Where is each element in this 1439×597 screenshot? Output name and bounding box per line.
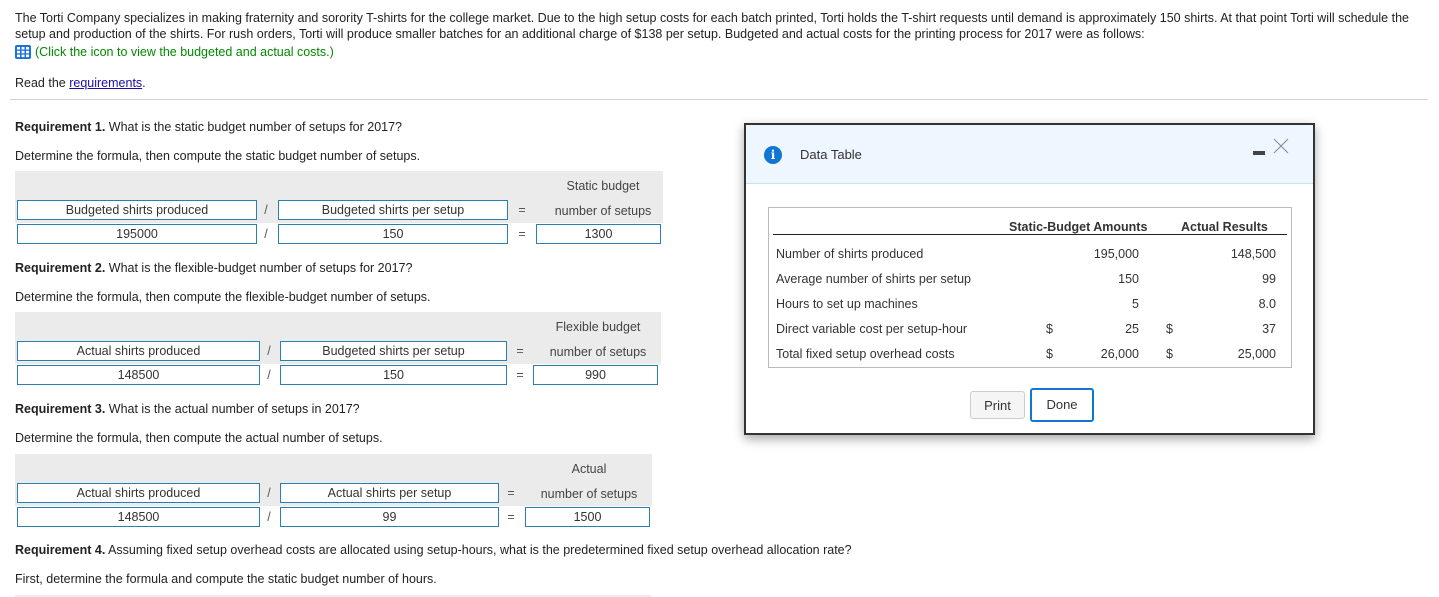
row-label: Direct variable cost per setup-hour <box>776 322 968 336</box>
actual-value: 37 <box>1262 322 1276 336</box>
divider <box>10 99 1428 100</box>
requirement-4-title: Requirement 4. <box>15 543 106 557</box>
requirement-1-text: What is the static budget number of setu… <box>105 120 403 134</box>
data-table-link-text: (Click the icon to view the budgeted and… <box>35 45 334 59</box>
requirement-2-text: What is the flexible-budget number of se… <box>105 261 413 275</box>
value-1-input[interactable]: 195000 <box>17 224 257 244</box>
formula-term-1[interactable]: Budgeted shirts produced <box>17 200 257 220</box>
actual-value: 8.0 <box>1258 297 1276 311</box>
divide-operator: / <box>264 203 268 217</box>
problem-intro: The Torti Company specializes in making … <box>15 11 1409 41</box>
value-2-input[interactable]: 150 <box>278 224 508 244</box>
result-input[interactable]: 990 <box>533 365 658 385</box>
dialog-title: Data Table <box>800 147 862 162</box>
requirement-1-values: 195000 / 150 = 1300 <box>15 224 663 246</box>
requirement-3-values: 148500 / 99 = 1500 <box>15 507 652 529</box>
requirement-1-instruction: Determine the formula, then compute the … <box>15 149 421 163</box>
static-currency: $ <box>1046 347 1053 361</box>
value-2-input[interactable]: 150 <box>280 365 507 385</box>
result-label-line2: number of setups <box>540 487 638 501</box>
static-value: 195,000 <box>1093 247 1139 261</box>
actual-currency: $ <box>1166 322 1173 336</box>
result-input[interactable]: 1300 <box>536 224 661 244</box>
actual-value: 99 <box>1262 272 1276 286</box>
minimize-icon[interactable] <box>1253 151 1265 155</box>
actual-value: 25,000 <box>1237 347 1276 361</box>
read-prefix: Read the <box>15 76 70 90</box>
requirement-4-instruction: First, determine the formula and compute… <box>15 572 437 586</box>
column-header-actual-results: Actual Results <box>1181 220 1268 234</box>
equals-operator: = <box>518 227 526 241</box>
requirements-link[interactable]: requirements <box>69 76 142 90</box>
requirement-3-title: Requirement 3. <box>15 402 106 416</box>
requirement-1-question: Requirement 1. What is the static budget… <box>15 120 402 134</box>
requirement-3-text: What is the actual number of setups in 2… <box>105 402 360 416</box>
equals-operator: = <box>516 344 524 358</box>
requirement-2-values: 148500 / 150 = 990 <box>15 365 661 387</box>
row-label: Hours to set up machines <box>776 297 918 311</box>
requirement-1-title: Requirement 1. <box>15 120 106 134</box>
requirement-2-formula-header: Flexible budget number of setups Actual … <box>15 312 661 364</box>
static-currency: $ <box>1046 322 1053 336</box>
equals-operator: = <box>507 510 515 524</box>
close-icon[interactable] <box>1272 137 1290 155</box>
result-label-line1: Static budget <box>566 179 640 193</box>
static-value: 150 <box>1118 272 1139 286</box>
requirement-2-question: Requirement 2. What is the flexible-budg… <box>15 261 412 275</box>
actual-value: 148,500 <box>1230 247 1276 261</box>
dialog-header: i Data Table <box>746 125 1313 184</box>
header-rule <box>773 234 1287 235</box>
static-value: 25 <box>1125 322 1139 336</box>
data-table-link[interactable]: (Click the icon to view the budgeted and… <box>15 45 334 59</box>
requirement-4-question: Requirement 4. Assuming fixed setup over… <box>15 543 852 557</box>
requirement-2-title: Requirement 2. <box>15 261 106 275</box>
requirement-4-text: Assuming fixed setup overhead costs are … <box>105 543 852 557</box>
value-2-input[interactable]: 99 <box>280 507 499 527</box>
result-label-line1: Actual <box>571 462 607 476</box>
formula-term-1[interactable]: Actual shirts produced <box>17 341 260 361</box>
value-1-input[interactable]: 148500 <box>17 507 260 527</box>
formula-term-1[interactable]: Actual shirts produced <box>17 483 260 503</box>
equals-operator: = <box>518 203 526 217</box>
actual-currency: $ <box>1166 347 1173 361</box>
static-value: 26,000 <box>1100 347 1139 361</box>
requirement-3-instruction: Determine the formula, then compute the … <box>15 431 383 445</box>
read-requirements-line: Read the requirements. <box>15 76 146 90</box>
formula-term-2[interactable]: Budgeted shirts per setup <box>278 200 508 220</box>
divide-operator: / <box>267 368 271 382</box>
costs-data-table: Static-Budget Amounts Actual Results Num… <box>768 207 1292 368</box>
result-input[interactable]: 1500 <box>525 507 650 527</box>
equals-operator: = <box>507 486 515 500</box>
formula-term-2[interactable]: Budgeted shirts per setup <box>280 341 507 361</box>
done-button[interactable]: Done <box>1030 388 1094 422</box>
result-label-line2: number of setups <box>554 204 652 218</box>
info-icon: i <box>764 146 782 164</box>
row-label: Number of shirts produced <box>776 247 924 261</box>
column-header-static-budget: Static-Budget Amounts <box>1009 220 1148 234</box>
result-label-line2: number of setups <box>549 345 647 359</box>
divide-operator: / <box>267 486 271 500</box>
result-label-line1: Flexible budget <box>555 320 641 334</box>
requirement-3-formula-header: Actual number of setups Actual shirts pr… <box>15 454 652 506</box>
requirement-2-instruction: Determine the formula, then compute the … <box>15 290 431 304</box>
equals-operator: = <box>516 368 524 382</box>
divide-operator: / <box>264 227 268 241</box>
table-grid-icon[interactable] <box>15 45 31 59</box>
value-1-input[interactable]: 148500 <box>17 365 260 385</box>
print-button[interactable]: Print <box>970 391 1025 419</box>
row-label: Average number of shirts per setup <box>776 272 972 286</box>
formula-term-2[interactable]: Actual shirts per setup <box>280 483 499 503</box>
requirement-3-question: Requirement 3. What is the actual number… <box>15 402 360 416</box>
read-suffix: . <box>142 76 146 90</box>
row-label: Total fixed setup overhead costs <box>776 347 955 361</box>
static-value: 5 <box>1132 297 1139 311</box>
data-table-dialog: i Data Table Static-Budget Amounts Actua… <box>744 123 1315 435</box>
divide-operator: / <box>267 510 271 524</box>
requirement-1-formula-header: Static budget number of setups Budgeted … <box>15 171 663 223</box>
divide-operator: / <box>267 344 271 358</box>
